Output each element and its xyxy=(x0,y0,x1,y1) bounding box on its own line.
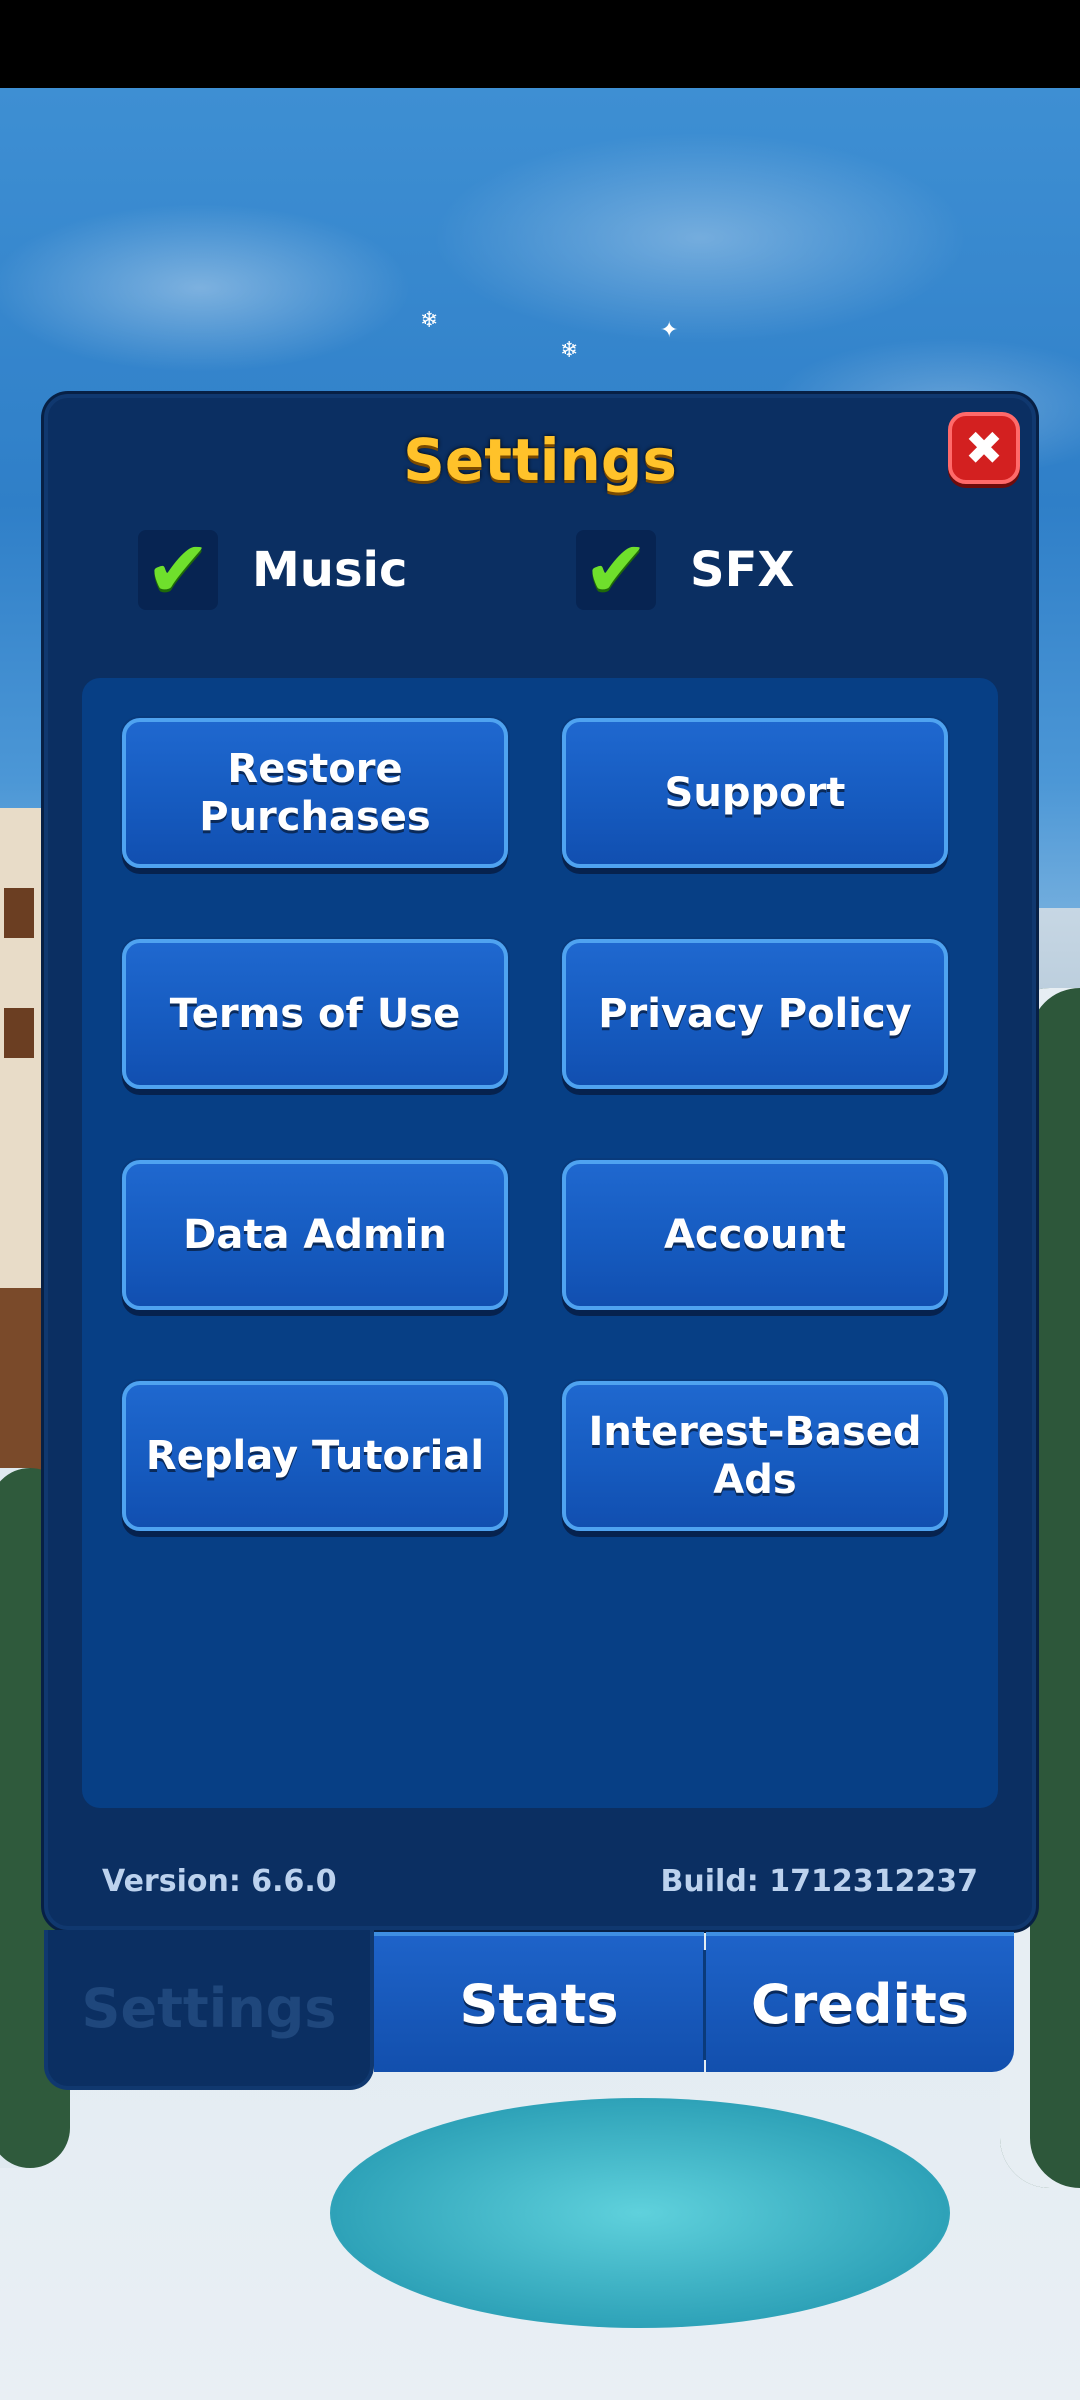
settings-dialog: Settings ✖ ✔ Music ✔ SFX Restore Purchas… xyxy=(44,394,1036,1930)
music-toggle[interactable]: ✔ Music xyxy=(138,525,408,615)
restore-purchases-button[interactable]: Restore Purchases xyxy=(122,718,508,868)
snowflake-decoration: ❄ xyxy=(420,308,439,333)
sfx-label: SFX xyxy=(690,542,795,598)
interest-based-ads-button[interactable]: Interest-Based Ads xyxy=(562,1381,948,1531)
music-checkbox[interactable]: ✔ xyxy=(138,525,218,615)
build-text: Build: 1712312237 xyxy=(660,1864,978,1899)
tab-settings[interactable]: Settings xyxy=(44,1930,374,2090)
privacy-policy-button[interactable]: Privacy Policy xyxy=(562,939,948,1089)
snowflake-decoration: ❄ xyxy=(560,338,579,363)
snowflake-decoration: ✦ xyxy=(660,318,679,343)
fence-decoration xyxy=(0,1288,50,1488)
house-decoration xyxy=(0,808,50,1368)
dialog-title: Settings xyxy=(403,426,677,494)
checkmark-icon: ✔ xyxy=(583,525,649,615)
close-button[interactable]: ✖ xyxy=(948,412,1020,484)
data-admin-button[interactable]: Data Admin xyxy=(122,1160,508,1310)
version-text: Version: 6.6.0 xyxy=(102,1864,337,1899)
tab-credits[interactable]: Credits xyxy=(706,1932,1014,2072)
support-button[interactable]: Support xyxy=(562,718,948,868)
account-button[interactable]: Account xyxy=(562,1160,948,1310)
music-label: Music xyxy=(252,542,408,598)
sfx-checkbox[interactable]: ✔ xyxy=(576,525,656,615)
sfx-toggle[interactable]: ✔ SFX xyxy=(576,525,795,615)
settings-button-grid: Restore Purchases Support Terms of Use P… xyxy=(82,678,998,1808)
status-bar xyxy=(0,0,1080,88)
replay-tutorial-button[interactable]: Replay Tutorial xyxy=(122,1381,508,1531)
frozen-pond-decoration xyxy=(330,2098,950,2328)
close-icon: ✖ xyxy=(964,421,1004,475)
tab-stats[interactable]: Stats xyxy=(374,1932,704,2072)
checkmark-icon: ✔ xyxy=(145,525,211,615)
terms-of-use-button[interactable]: Terms of Use xyxy=(122,939,508,1089)
